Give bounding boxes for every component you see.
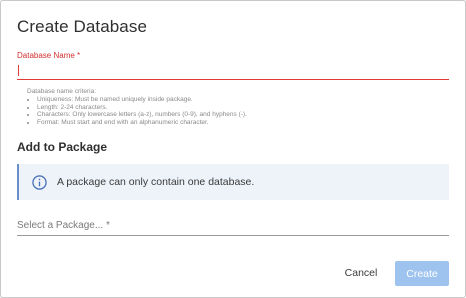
dialog-title: Create Database	[17, 17, 148, 36]
criteria-item-uniqueness: Uniqueness: Must be named uniquely insid…	[37, 96, 447, 104]
criteria-item-format: Format: Must start and end with an alpha…	[37, 119, 447, 127]
package-select-placeholder: Select a Package... *	[17, 220, 110, 231]
cancel-button[interactable]: Cancel	[337, 262, 385, 284]
name-criteria: Database name criteria: Uniqueness: Must…	[27, 88, 447, 127]
criteria-item-characters: Characters: Only lowercase letters (a-z)…	[37, 111, 447, 119]
info-banner: A package can only contain one database.	[17, 164, 449, 200]
criteria-item-length: Length: 2-24 characters.	[37, 104, 447, 112]
create-database-dialog: Create Database Database Name * Database…	[0, 0, 466, 298]
info-circle-icon	[32, 174, 47, 190]
add-to-package-heading: Add to Package	[17, 140, 108, 154]
create-button[interactable]: Create	[395, 261, 449, 286]
criteria-heading: Database name criteria:	[27, 88, 97, 95]
database-name-input[interactable]	[17, 61, 449, 80]
info-banner-text: A package can only contain one database.	[57, 176, 255, 188]
database-name-label: Database Name *	[17, 51, 81, 60]
package-select[interactable]: Select a Package... *	[17, 217, 449, 236]
text-cursor	[18, 65, 19, 76]
